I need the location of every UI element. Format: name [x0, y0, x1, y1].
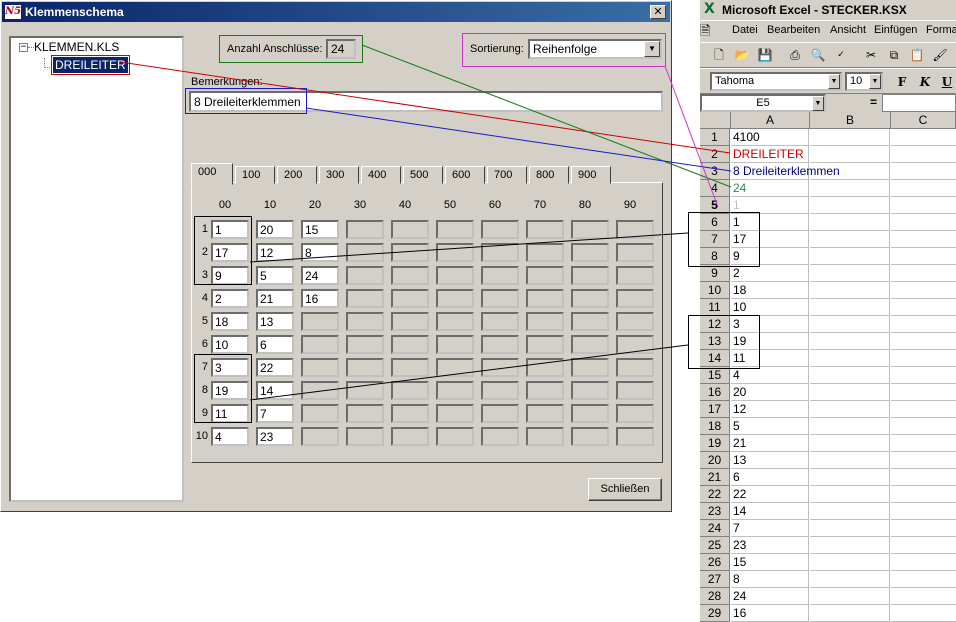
red-connector: [119, 61, 731, 154]
green-connector: [361, 44, 732, 188]
annotation-lines: [119, 44, 732, 401]
magenta-connector: [664, 65, 719, 208]
tab-000[interactable]: 000: [191, 163, 233, 185]
black-connector-1: [249, 232, 689, 263]
blue-connector: [305, 107, 732, 172]
black-connector-2: [249, 344, 689, 401]
